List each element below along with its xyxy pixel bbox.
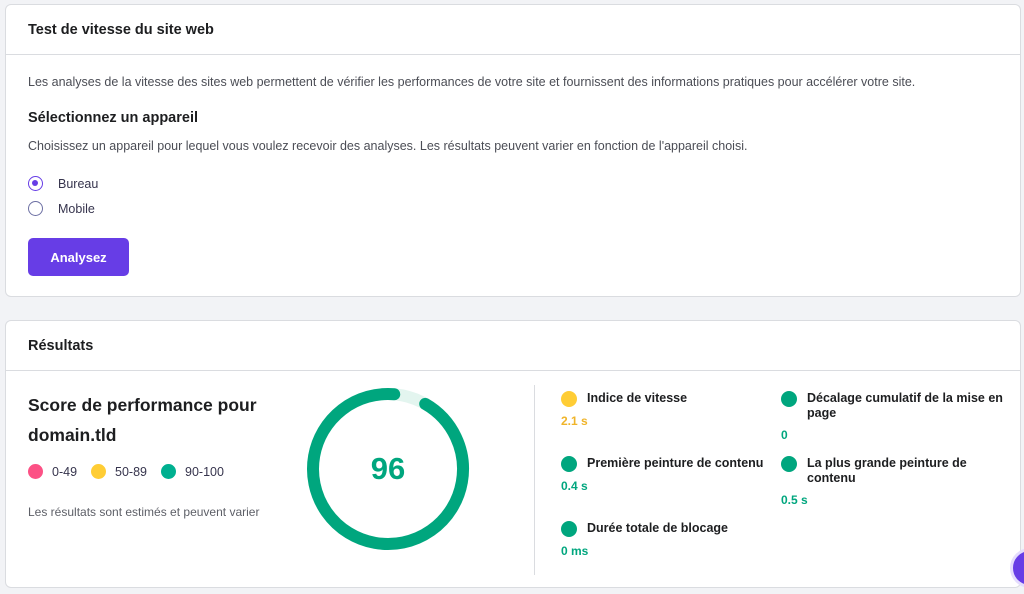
legend-label: 50-89 [115, 464, 148, 479]
legend-label: 0-49 [52, 464, 78, 479]
metric-label: Première peinture de contenu [587, 456, 764, 470]
metric-speed-index: Indice de vitesse 2.1 s [561, 391, 771, 428]
metric-status-dot-icon [781, 391, 797, 407]
radio-checked-icon[interactable] [28, 176, 43, 191]
device-option-desktop[interactable]: Bureau [28, 176, 98, 191]
device-section-description: Choisissez un appareil pour lequel vous … [28, 139, 748, 153]
speed-test-card: Test de vitesse du site web Les analyses… [5, 4, 1021, 297]
results-title: Résultats [28, 337, 94, 354]
analyze-button[interactable]: Analysez [28, 238, 129, 276]
legend-item-good: 90-100 [161, 464, 224, 479]
legend-dot-icon [161, 464, 177, 479]
results-divider [534, 385, 535, 575]
performance-score-value: 96 [370, 451, 406, 486]
speed-test-intro: Les analyses de la vitesse des sites web… [28, 75, 916, 89]
metric-value: 0 ms [561, 544, 589, 558]
legend-item-poor: 0-49 [28, 464, 77, 479]
metric-tbt: Durée totale de blocage 0 ms [561, 521, 771, 558]
speed-test-title: Test de vitesse du site web [28, 21, 214, 38]
device-option-label: Bureau [58, 176, 99, 191]
performance-score-title: Score de performance pour domain.tld [28, 395, 257, 445]
metric-value: 0.5 s [781, 493, 808, 507]
metric-label: Décalage cumulatif de la mise en page [807, 391, 1003, 420]
metric-value: 0 [781, 428, 788, 442]
results-card: Résultats Score de performance pour doma… [5, 320, 1021, 588]
metric-status-dot-icon [561, 521, 577, 537]
metric-status-dot-icon [561, 391, 577, 407]
metric-label: Durée totale de blocage [587, 521, 729, 535]
metric-status-dot-icon [561, 456, 577, 472]
speed-test-header: Test de vitesse du site web [6, 5, 1020, 55]
metric-cls: Décalage cumulatif de la mise en page 0 [781, 391, 1006, 442]
metric-value: 0.4 s [561, 479, 588, 493]
metric-label: Indice de vitesse [587, 391, 688, 405]
legend-dot-icon [91, 464, 107, 479]
metric-value: 2.1 s [561, 414, 588, 428]
results-note: Les résultats sont estimés et peuvent va… [28, 505, 260, 519]
performance-gauge: 96 [304, 385, 472, 553]
radio-unchecked-icon[interactable] [28, 201, 43, 216]
legend-label: 90-100 [185, 464, 224, 479]
results-header: Résultats [6, 321, 1020, 371]
metric-lcp: La plus grande peinture de contenu 0.5 s [781, 456, 1006, 507]
legend-item-average: 50-89 [91, 464, 147, 479]
metric-status-dot-icon [781, 456, 797, 472]
metric-fcp: Première peinture de contenu 0.4 s [561, 456, 771, 493]
device-section-title: Sélectionnez un appareil [28, 110, 199, 126]
score-legend: 0-49 50-89 90-100 [28, 464, 238, 479]
device-option-label: Mobile [58, 201, 95, 216]
metric-label: La plus grande peinture de contenu [807, 456, 967, 485]
device-option-mobile[interactable]: Mobile [28, 201, 95, 216]
legend-dot-icon [28, 464, 43, 479]
